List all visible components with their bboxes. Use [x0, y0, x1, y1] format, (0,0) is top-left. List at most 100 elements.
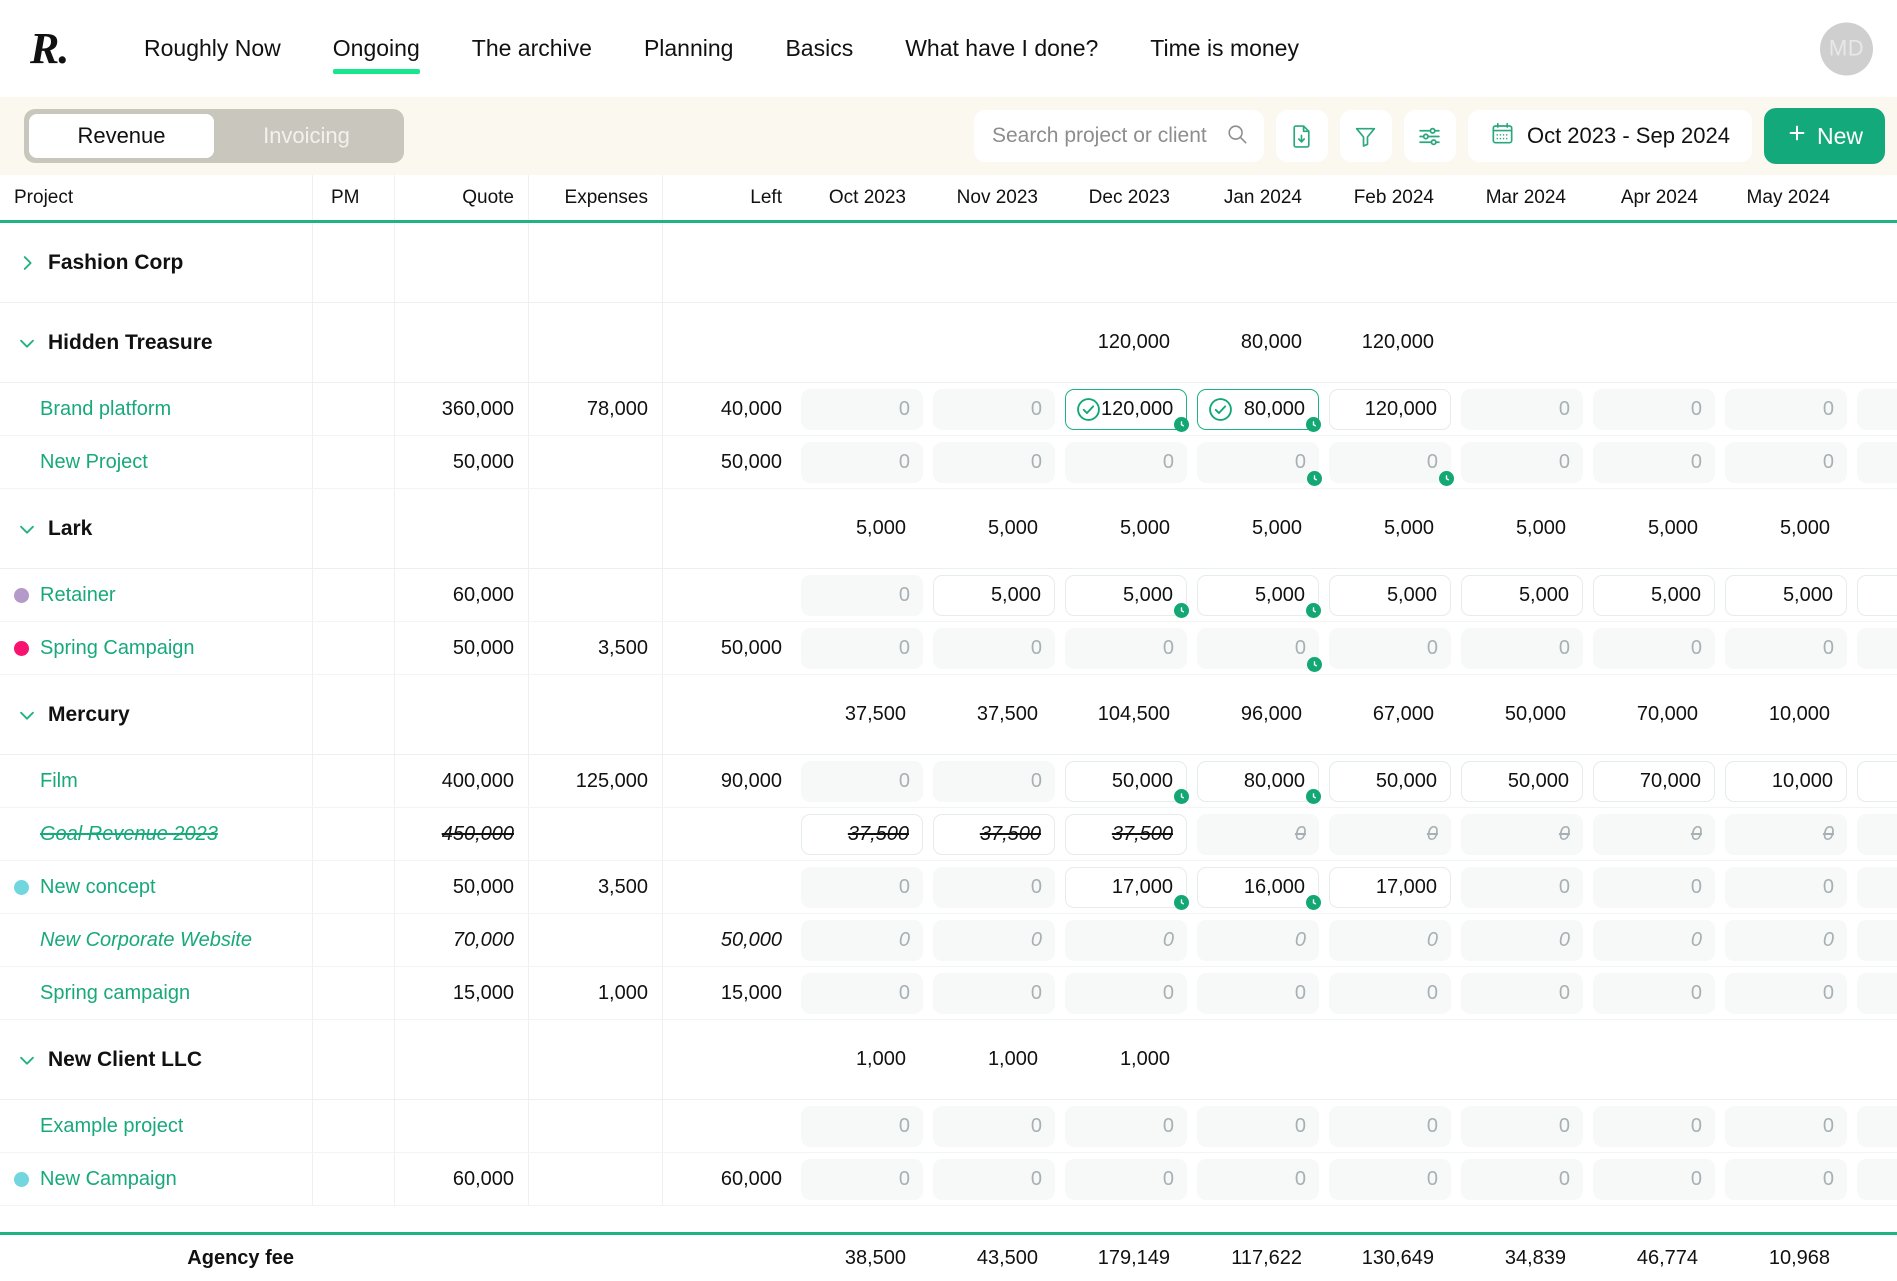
project-name-cell[interactable]: New concept	[0, 861, 312, 913]
revenue-month-cell[interactable]	[1857, 761, 1897, 802]
revenue-month-cell[interactable]: 0	[1857, 1106, 1897, 1147]
project-row[interactable]: New Corporate Website70,00050,0000000000…	[0, 914, 1897, 967]
client-group-row[interactable]: Lark5,0005,0005,0005,0005,0005,0005,0005…	[0, 489, 1897, 569]
project-row[interactable]: New concept50,0003,5000017,00016,00017,0…	[0, 861, 1897, 914]
revenue-month-cell[interactable]: 16,000	[1197, 867, 1319, 908]
project-row[interactable]: Brand platform360,00078,00040,00000120,0…	[0, 383, 1897, 436]
client-group-name-cell[interactable]: Fashion Corp	[0, 223, 312, 302]
project-row[interactable]: New Campaign60,00060,000000000000	[0, 1153, 1897, 1206]
revenue-month-cell[interactable]: 0	[1593, 920, 1715, 961]
chevron-right-icon[interactable]	[14, 250, 40, 276]
revenue-month-cell[interactable]: 0	[1197, 442, 1319, 483]
revenue-month-cell[interactable]: 0	[1725, 1106, 1847, 1147]
revenue-month-cell[interactable]: 0	[801, 628, 923, 669]
revenue-month-cell[interactable]: 0	[1197, 628, 1319, 669]
revenue-month-cell[interactable]: 80,000	[1197, 761, 1319, 802]
client-group-row[interactable]: Hidden Treasure120,00080,000120,000	[0, 303, 1897, 383]
revenue-month-cell[interactable]: 0	[1197, 973, 1319, 1014]
revenue-month-cell[interactable]: 0	[1857, 1159, 1897, 1200]
revenue-month-cell[interactable]: 0	[1725, 814, 1847, 855]
revenue-month-cell[interactable]: 5,000	[933, 575, 1055, 616]
revenue-month-cell[interactable]: 0	[1197, 814, 1319, 855]
revenue-month-cell[interactable]: 0	[1461, 1106, 1583, 1147]
revenue-month-cell[interactable]: 0	[933, 761, 1055, 802]
revenue-month-cell[interactable]: 0	[1461, 389, 1583, 430]
revenue-month-cell[interactable]: 0	[933, 442, 1055, 483]
revenue-month-cell[interactable]: 0	[933, 973, 1055, 1014]
revenue-month-cell[interactable]	[1857, 575, 1897, 616]
revenue-month-cell[interactable]: 0	[1593, 389, 1715, 430]
revenue-month-cell[interactable]: 0	[1065, 628, 1187, 669]
revenue-month-cell[interactable]: 0	[1725, 973, 1847, 1014]
project-row[interactable]: Goal Revenue 2023450,00037,50037,50037,5…	[0, 808, 1897, 861]
project-name-cell[interactable]: Retainer	[0, 569, 312, 621]
revenue-month-cell[interactable]: 0	[1593, 628, 1715, 669]
chevron-down-icon[interactable]	[14, 702, 40, 728]
new-button[interactable]: New	[1764, 108, 1885, 164]
client-group-name-cell[interactable]: Mercury	[0, 675, 312, 754]
filter-funnel-icon[interactable]	[1340, 110, 1392, 162]
project-name-cell[interactable]: Film	[0, 755, 312, 807]
revenue-month-cell[interactable]: 0	[933, 920, 1055, 961]
revenue-month-cell[interactable]: 0	[801, 575, 923, 616]
revenue-month-cell[interactable]: 80,000	[1197, 389, 1319, 430]
nav-item-what-have-i-done[interactable]: What have I done?	[879, 29, 1124, 68]
revenue-month-cell[interactable]: 0	[801, 761, 923, 802]
revenue-month-cell[interactable]: 37,500	[1065, 814, 1187, 855]
app-logo[interactable]: R.	[30, 27, 96, 71]
revenue-month-cell[interactable]: 0	[1461, 814, 1583, 855]
client-group-row[interactable]: New Client LLC1,0001,0001,000	[0, 1020, 1897, 1100]
project-row[interactable]: Spring Campaign50,0003,50050,00000000000…	[0, 622, 1897, 675]
project-name-cell[interactable]: Goal Revenue 2023	[0, 808, 312, 860]
nav-item-planning[interactable]: Planning	[618, 29, 760, 68]
revenue-month-cell[interactable]: 0	[1197, 1159, 1319, 1200]
search-box[interactable]	[974, 110, 1264, 162]
revenue-month-cell[interactable]: 0	[1593, 1159, 1715, 1200]
revenue-month-cell[interactable]: 0	[933, 628, 1055, 669]
revenue-month-cell[interactable]: 0	[1725, 442, 1847, 483]
revenue-month-cell[interactable]: 0	[1329, 814, 1451, 855]
revenue-month-cell[interactable]: 0	[1725, 389, 1847, 430]
project-name-cell[interactable]: New Campaign	[0, 1153, 312, 1205]
check-circle-icon[interactable]	[1208, 397, 1233, 422]
revenue-month-cell[interactable]: 0	[1593, 867, 1715, 908]
revenue-month-cell[interactable]: 5,000	[1725, 575, 1847, 616]
revenue-month-cell[interactable]: 0	[801, 1159, 923, 1200]
chevron-down-icon[interactable]	[14, 516, 40, 542]
date-range-picker[interactable]: Oct 2023 - Sep 2024	[1468, 110, 1752, 162]
revenue-month-cell[interactable]: 0	[1857, 920, 1897, 961]
revenue-month-cell[interactable]: 0	[1197, 920, 1319, 961]
revenue-month-cell[interactable]: 37,500	[933, 814, 1055, 855]
revenue-month-cell[interactable]: 0	[1461, 867, 1583, 908]
revenue-month-cell[interactable]: 0	[933, 389, 1055, 430]
project-name-cell[interactable]: New Corporate Website	[0, 914, 312, 966]
revenue-month-cell[interactable]: 0	[933, 1106, 1055, 1147]
client-group-row[interactable]: Mercury37,50037,500104,50096,00067,00050…	[0, 675, 1897, 755]
revenue-month-cell[interactable]: 0	[1593, 814, 1715, 855]
project-name-cell[interactable]: Brand platform	[0, 383, 312, 435]
project-row[interactable]: Spring campaign15,0001,00015,00000000000…	[0, 967, 1897, 1020]
revenue-month-cell[interactable]: 0	[1197, 1106, 1319, 1147]
revenue-month-cell[interactable]: 0	[1593, 442, 1715, 483]
nav-item-the-archive[interactable]: The archive	[446, 29, 618, 68]
revenue-month-cell[interactable]: 0	[1329, 442, 1451, 483]
segment-revenue[interactable]: Revenue	[29, 114, 214, 158]
client-group-name-cell[interactable]: New Client LLC	[0, 1020, 312, 1099]
revenue-month-cell[interactable]: 0	[1461, 628, 1583, 669]
project-row[interactable]: New Project50,00050,000000000000	[0, 436, 1897, 489]
nav-item-roughly-now[interactable]: Roughly Now	[118, 29, 307, 68]
revenue-month-cell[interactable]: 17,000	[1329, 867, 1451, 908]
revenue-month-cell[interactable]: 0	[1461, 1159, 1583, 1200]
table-body[interactable]: Fashion CorpHidden Treasure120,00080,000…	[0, 223, 1897, 1281]
revenue-month-cell[interactable]: 0	[1329, 1159, 1451, 1200]
revenue-month-cell[interactable]: 0	[1725, 628, 1847, 669]
nav-item-ongoing[interactable]: Ongoing	[307, 29, 446, 68]
revenue-month-cell[interactable]: 0	[1461, 920, 1583, 961]
revenue-month-cell[interactable]: 0	[1857, 973, 1897, 1014]
revenue-month-cell[interactable]: 0	[801, 867, 923, 908]
chevron-down-icon[interactable]	[14, 1047, 40, 1073]
revenue-month-cell[interactable]: 0	[1329, 920, 1451, 961]
revenue-month-cell[interactable]: 10,000	[1725, 761, 1847, 802]
revenue-month-cell[interactable]: 0	[801, 973, 923, 1014]
revenue-month-cell[interactable]: 0	[1725, 1159, 1847, 1200]
